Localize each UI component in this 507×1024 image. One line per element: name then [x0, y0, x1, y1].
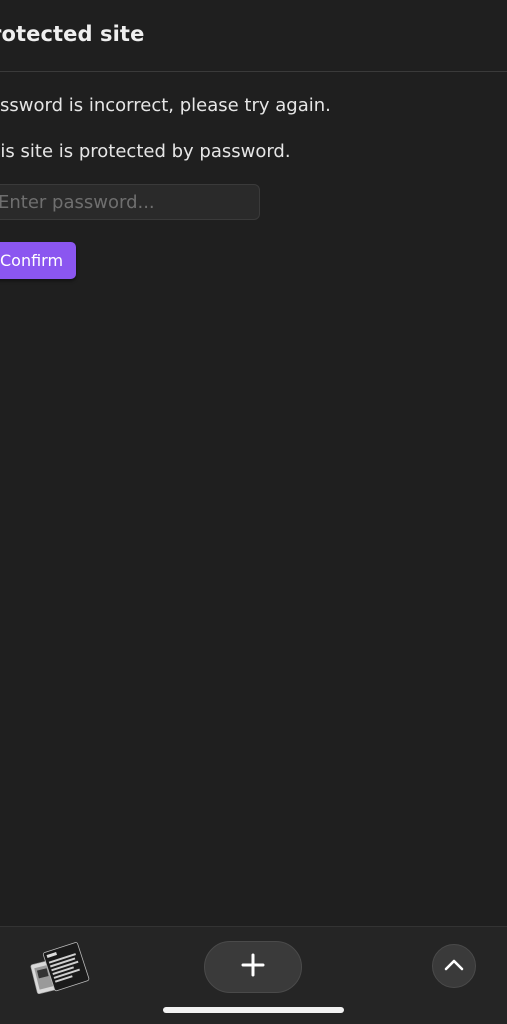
- plus-icon: [241, 953, 265, 981]
- new-tab-button[interactable]: [204, 941, 302, 993]
- password-input[interactable]: [0, 184, 260, 220]
- home-indicator: [163, 1007, 344, 1013]
- error-message: assword is incorrect, please try again.: [0, 95, 331, 116]
- page-title: rotected site: [0, 22, 145, 46]
- confirm-button[interactable]: Confirm: [0, 242, 76, 279]
- info-message: his site is protected by password.: [0, 141, 291, 162]
- page: rotected site assword is incorrect, plea…: [0, 0, 507, 1024]
- scroll-up-button[interactable]: [432, 944, 476, 988]
- chevron-up-icon: [444, 957, 464, 976]
- tab-thumbnails-icon[interactable]: [30, 940, 90, 996]
- header: rotected site: [0, 0, 507, 72]
